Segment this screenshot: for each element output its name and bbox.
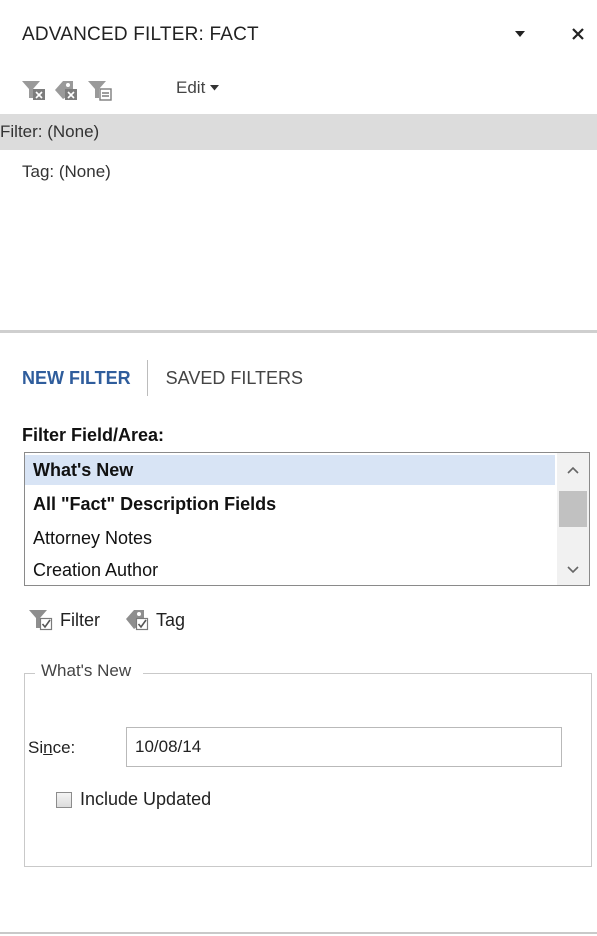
filter-field-listbox[interactable]: What's New All "Fact" Description Fields…	[24, 452, 590, 586]
advanced-filter-pane: ADVANCED FILTER: FACT Edit Filter: (None…	[0, 0, 597, 936]
apply-filter-icon	[29, 610, 53, 631]
clear-filter-icon	[22, 81, 45, 100]
chevron-down-icon	[567, 566, 579, 574]
since-label-accelerator: n	[43, 738, 53, 757]
scroll-down-button[interactable]	[557, 557, 589, 583]
include-updated-checkbox-row[interactable]: Include Updated	[56, 789, 211, 810]
list-item[interactable]: All "Fact" Description Fields	[25, 489, 555, 519]
filter-list-icon	[88, 81, 112, 101]
clear-tag-icon	[55, 81, 77, 100]
filter-tabs: NEW FILTER SAVED FILTERS	[22, 360, 303, 396]
filter-list-button[interactable]	[86, 78, 114, 102]
active-tag-text: Tag: (None)	[22, 162, 111, 181]
close-icon	[572, 28, 584, 40]
apply-tag-button[interactable]: Tag	[124, 606, 185, 634]
pane-titlebar: ADVANCED FILTER: FACT	[0, 0, 597, 68]
since-date-input[interactable]	[126, 727, 562, 767]
bottom-divider	[0, 932, 597, 934]
active-tag-row[interactable]: Tag: (None)	[0, 154, 597, 190]
edit-menu-label: Edit	[176, 78, 206, 97]
clear-filter-button[interactable]	[20, 78, 48, 102]
since-label-suffix: ce:	[52, 738, 76, 757]
active-filter-row[interactable]: Filter: (None)	[0, 114, 597, 150]
filter-toolbar	[0, 72, 597, 108]
list-item[interactable]: Attorney Notes	[25, 523, 555, 553]
apply-tag-label: Tag	[156, 609, 186, 630]
close-button[interactable]	[566, 22, 590, 46]
chevron-up-icon	[567, 466, 579, 474]
since-label-prefix: Si	[28, 738, 44, 757]
scroll-up-button[interactable]	[557, 457, 589, 483]
filter-field-label: Filter Field/Area:	[22, 425, 165, 445]
triangle-down-icon	[515, 31, 525, 37]
apply-filter-button[interactable]: Filter	[28, 606, 100, 634]
active-filter-text: Filter: (None)	[0, 122, 100, 141]
edit-menu[interactable]: Edit	[176, 78, 220, 98]
pane-title: ADVANCED FILTER: FACT	[22, 24, 259, 45]
listbox-scrollbar[interactable]	[557, 453, 589, 585]
whats-new-legend: What's New	[35, 661, 144, 681]
active-filter-list: Filter: (None) Tag: (None)	[0, 114, 597, 326]
list-item[interactable]: Creation Author	[25, 555, 555, 585]
clear-tag-button[interactable]	[52, 78, 80, 102]
pane-menu-button[interactable]	[508, 22, 532, 46]
whats-new-group: What's New	[24, 661, 592, 867]
tab-new-filter[interactable]: NEW FILTER	[22, 368, 131, 389]
list-item[interactable]: What's New	[25, 455, 555, 485]
pane-splitter[interactable]	[0, 330, 597, 333]
scroll-thumb[interactable]	[559, 491, 587, 527]
apply-filter-label: Filter	[60, 609, 100, 630]
tab-saved-filters[interactable]: SAVED FILTERS	[166, 368, 303, 389]
tab-divider	[146, 360, 148, 396]
triangle-down-icon	[210, 85, 220, 91]
include-updated-label: Include Updated	[80, 789, 212, 809]
since-label: Since:	[28, 738, 75, 758]
apply-tag-icon	[126, 610, 149, 631]
include-updated-checkbox[interactable]	[56, 791, 72, 808]
